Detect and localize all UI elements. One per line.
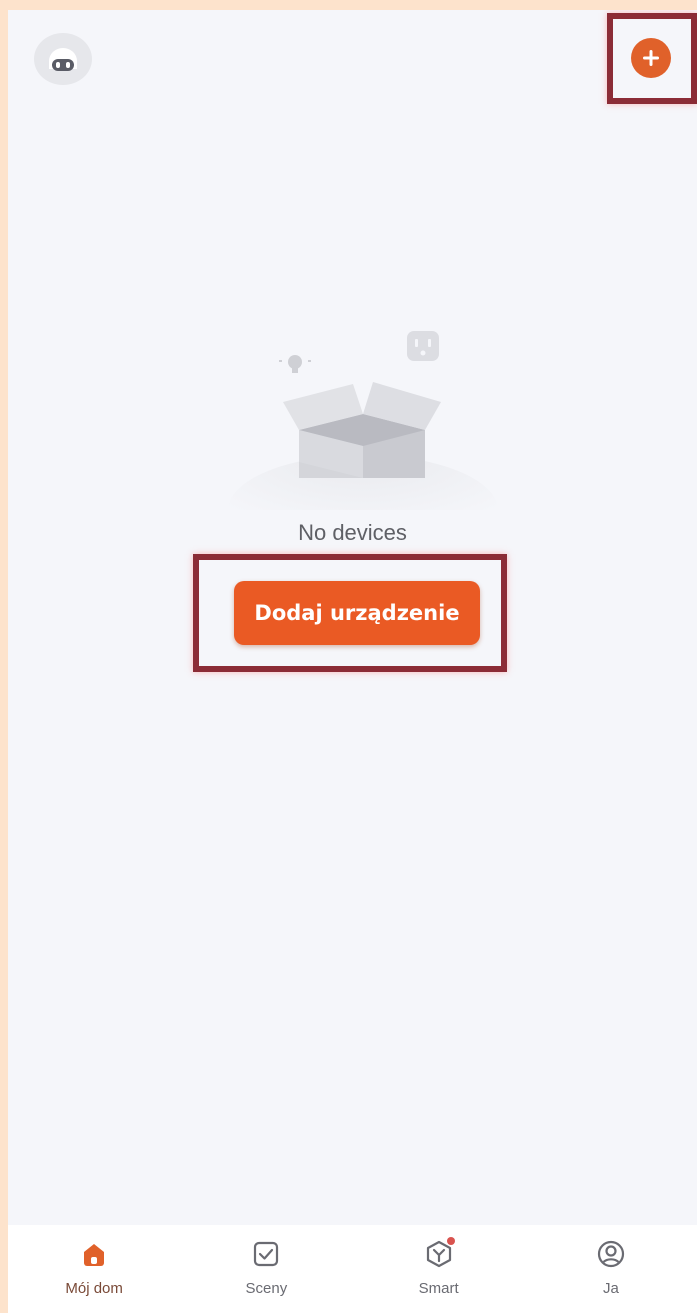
cta-highlight (193, 554, 507, 672)
tab-label: Mój dom (65, 1280, 123, 1297)
tab-home[interactable]: Mój dom (8, 1225, 180, 1313)
tab-scenes[interactable]: Sceny (180, 1225, 352, 1313)
tab-label: Sceny (245, 1280, 288, 1297)
tab-me[interactable]: Ja (525, 1225, 697, 1313)
tab-label: Smart (418, 1280, 459, 1297)
robot-avatar-icon (49, 48, 77, 71)
add-button-highlight (607, 13, 697, 104)
empty-state-message: No devices (298, 520, 407, 545)
notification-badge (446, 1237, 455, 1245)
user-icon (597, 1240, 624, 1268)
home-screen: No devices Dodaj urządzenie Mój dom Scen… (8, 10, 697, 1313)
empty-box-icon (228, 331, 498, 510)
bottom-tab-bar: Mój dom Sceny Smart Ja (8, 1225, 697, 1313)
avatar[interactable] (34, 33, 92, 85)
tab-label: Ja (602, 1280, 619, 1297)
checkbox-icon (254, 1241, 279, 1267)
home-icon (84, 1244, 105, 1266)
tab-smart[interactable]: Smart (353, 1225, 525, 1313)
